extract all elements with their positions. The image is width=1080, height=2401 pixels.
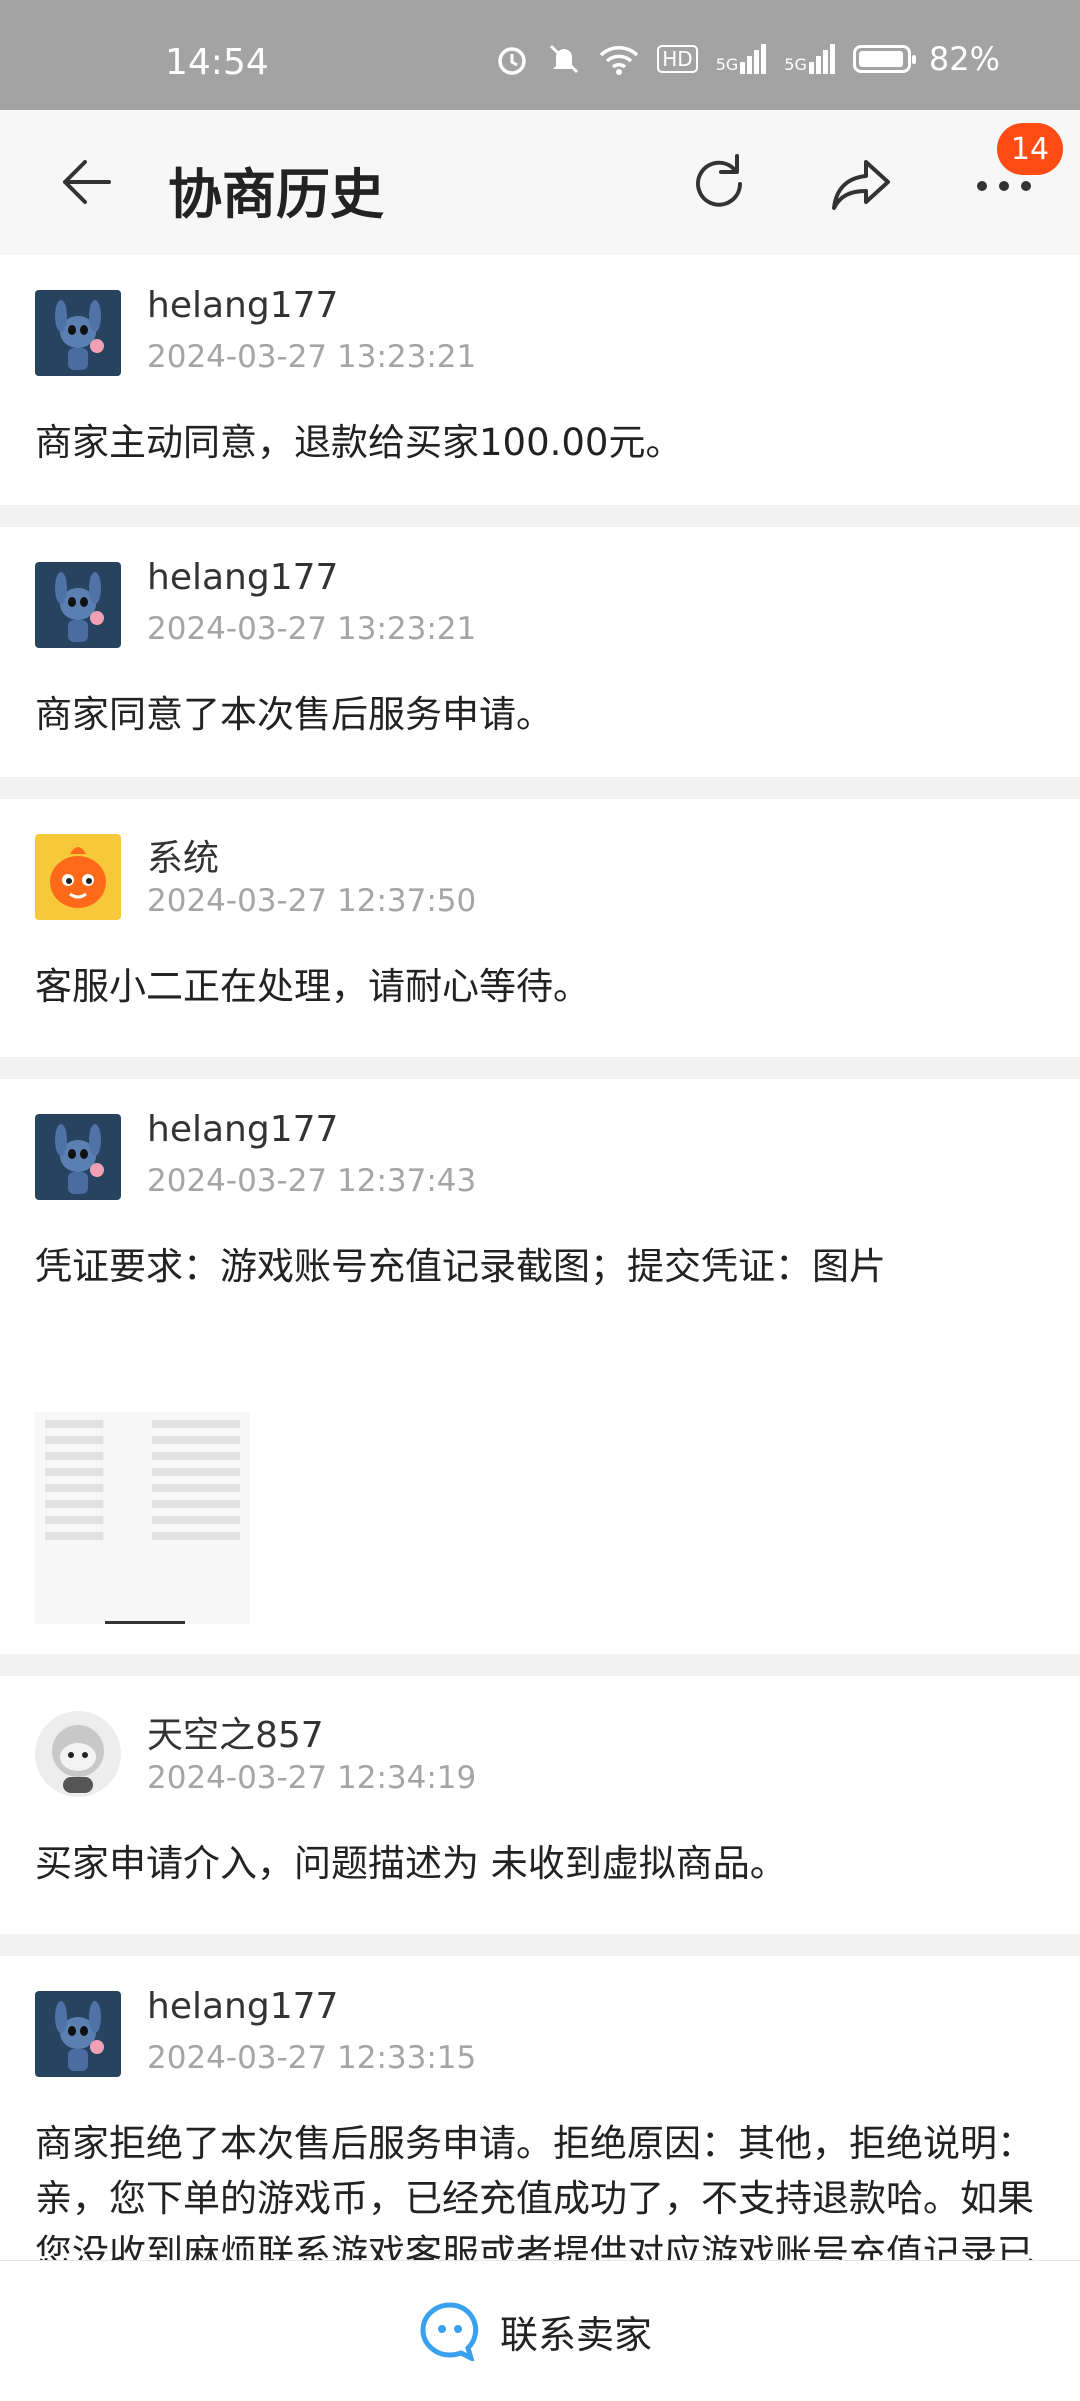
avatar[interactable] [35,1711,121,1797]
history-entry: 天空之857 2024-03-27 12:34:19 买家申请介入，问题描述为 … [0,1676,1080,1934]
system-mascot-avatar-icon [35,834,121,920]
entry-time: 2024-03-27 13:23:21 [147,611,477,647]
entry-time: 2024-03-27 12:34:19 [147,1760,477,1796]
stitch-avatar-icon [35,1114,121,1200]
history-entry: helang177 2024-03-27 12:37:43 凭证要求：游戏账号充… [0,1079,1080,1654]
entry-message: 商家同意了本次售后服务申请。 [35,693,553,736]
entry-time: 2024-03-27 13:23:21 [147,339,477,375]
contact-seller-label: 联系卖家 [500,2312,653,2357]
back-arrow-icon[interactable] [55,152,115,212]
signal-5g-icon: 5G [716,44,767,74]
stitch-avatar-icon [35,290,121,376]
history-entry: helang177 2024-03-27 12:33:15 商家拒绝了本次售后服… [0,1956,1080,2260]
entry-message: 客服小二正在处理，请耐心等待。 [35,965,590,1008]
entry-time: 2024-03-27 12:37:43 [147,1163,477,1199]
entry-author: helang177 [147,285,339,326]
contact-seller-button[interactable]: 联系卖家 [418,2301,652,2361]
avatar[interactable] [35,834,121,920]
mute-bell-icon [550,44,579,74]
entry-author: helang177 [147,557,339,598]
signal-1-label: 5G [715,55,739,74]
wifi-icon [600,46,639,75]
evidence-image-thumbnail[interactable] [35,1412,250,1624]
history-entry: helang177 2024-03-27 13:23:21 商家主动同意，退款给… [0,255,1080,505]
entry-author: 系统 [147,838,220,879]
avatar[interactable] [35,1991,121,2077]
stitch-avatar-icon [35,1991,121,2077]
notification-badge: 14 [997,123,1063,175]
entry-author: 天空之857 [147,1715,324,1756]
history-entry: helang177 2024-03-27 13:23:21 商家同意了本次售后服… [0,527,1080,777]
app-header: 协商历史 14 [0,110,1080,256]
battery-icon [852,45,916,73]
chat-bubble-icon [420,2302,479,2361]
battery-percent: 82% [928,40,1000,78]
entry-message: 买家申请介入，问题描述为 未收到虚拟商品。 [35,1842,787,1885]
history-entry: 系统 2024-03-27 12:37:50 客服小二正在处理，请耐心等待。 [0,799,1080,1057]
avatar[interactable] [35,1114,121,1200]
page-title: 协商历史 [168,163,384,226]
status-time: 14:54 [165,42,269,83]
entry-message: 商家拒绝了本次售后服务申请。拒绝原因：其他，拒绝说明：亲，您下单的游戏币，已经充… [35,2122,1034,2260]
gray-doll-avatar-icon [35,1711,121,1797]
entry-author: helang177 [147,1986,339,2027]
status-bar: 14:54 HD 5G 5G 82% [0,0,1080,110]
refresh-icon[interactable] [685,150,753,218]
status-icons: HD 5G 5G 82% [495,40,1000,78]
signal-5g-2-icon: 5G [784,44,835,74]
entry-author: helang177 [147,1109,339,1150]
share-icon[interactable] [828,150,896,218]
entry-message: 凭证要求：游戏账号充值记录截图；提交凭证：图片 [35,1245,886,1288]
negotiation-history-list[interactable]: helang177 2024-03-27 13:23:21 商家主动同意，退款给… [0,255,1080,2260]
entry-message: 商家主动同意，退款给买家100.00元。 [35,421,683,464]
hd-icon: HD [657,45,698,73]
signal-2-label: 5G [784,55,807,74]
entry-time: 2024-03-27 12:37:50 [147,883,477,919]
bottom-bar: 联系卖家 [0,2260,1080,2401]
avatar[interactable] [35,290,121,376]
avatar[interactable] [35,562,121,648]
entry-time: 2024-03-27 12:33:15 [147,2040,477,2076]
alarm-icon [498,47,527,75]
stitch-avatar-icon [35,562,121,648]
